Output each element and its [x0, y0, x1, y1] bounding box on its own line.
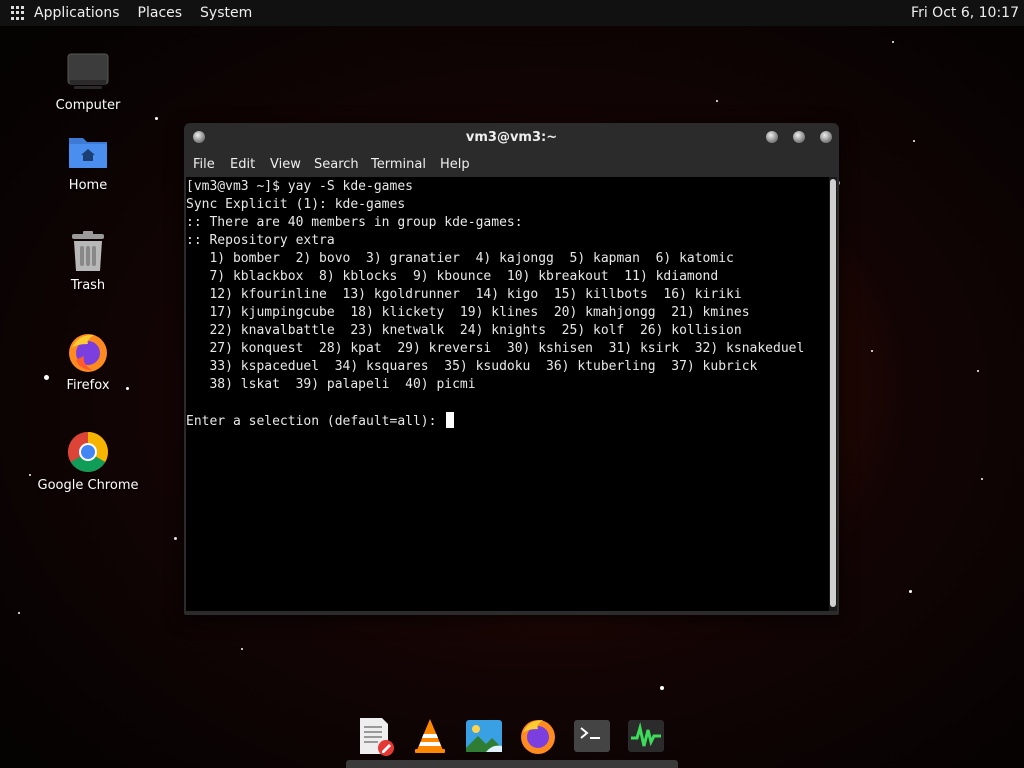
- terminal-line: 12) kfourinline 13) kgoldrunner 14) kigo…: [186, 287, 742, 302]
- desktop-icon-chrome[interactable]: Google Chrome: [33, 430, 143, 493]
- dock-shelf: [346, 760, 678, 768]
- window-title: vm3@vm3:~: [465, 130, 558, 145]
- applications-grid-icon[interactable]: [11, 6, 25, 20]
- terminal-window[interactable]: vm3@vm3:~ File Edit View Search Terminal…: [184, 123, 839, 615]
- system-monitor-icon[interactable]: [626, 716, 666, 756]
- home-folder-icon: [66, 130, 110, 174]
- close-icon[interactable]: [820, 131, 832, 143]
- desktop-icon-trash[interactable]: Trash: [33, 230, 143, 293]
- terminal-line: Sync Explicit (1): kde-games: [186, 197, 406, 212]
- desktop-icon-firefox[interactable]: Firefox: [33, 330, 143, 393]
- chrome-icon: [66, 430, 110, 474]
- minimize-icon[interactable]: [766, 131, 778, 143]
- desktop-icon-label: Firefox: [66, 378, 110, 393]
- terminal-scrollbar[interactable]: [829, 177, 837, 611]
- terminal-line: 27) konquest 28) kpat 29) kreversi 30) k…: [186, 341, 805, 356]
- terminal-prompt-line: Enter a selection (default=all):: [186, 412, 455, 431]
- vlc-icon[interactable]: [410, 716, 450, 756]
- menu-edit[interactable]: Edit: [230, 157, 255, 172]
- clock[interactable]: Fri Oct 6, 10:17: [911, 5, 1019, 21]
- window-titlebar[interactable]: vm3@vm3:~: [184, 123, 839, 153]
- firefox-icon[interactable]: [518, 716, 558, 756]
- menu-view[interactable]: View: [270, 157, 301, 172]
- terminal-output[interactable]: [vm3@vm3 ~]$ yay -S kde-games Sync Expli…: [186, 177, 829, 611]
- terminal-line: :: There are 40 members in group kde-gam…: [186, 215, 523, 230]
- top-panel: Applications Places System Fri Oct 6, 10…: [0, 0, 1024, 26]
- desktop-icon-computer[interactable]: Computer: [33, 50, 143, 113]
- menu-search[interactable]: Search: [314, 157, 359, 172]
- desktop-icon-label: Home: [68, 178, 108, 193]
- computer-icon: [66, 50, 110, 94]
- firefox-icon: [66, 330, 110, 374]
- terminal-line: 22) knavalbattle 23) knetwalk 24) knight…: [186, 323, 742, 338]
- menu-file[interactable]: File: [193, 157, 215, 172]
- maximize-icon[interactable]: [793, 131, 805, 143]
- desktop-icon-label: Google Chrome: [37, 478, 139, 493]
- terminal-line: 7) kblackbox 8) kblocks 9) kbounce 10) k…: [186, 269, 719, 284]
- terminal-icon[interactable]: [572, 716, 612, 756]
- desktop-icon-label: Trash: [70, 278, 106, 293]
- scrollbar-thumb[interactable]: [830, 179, 836, 607]
- image-viewer-icon[interactable]: [464, 716, 504, 756]
- dock: [350, 712, 680, 760]
- terminal-prompt: Enter a selection (default=all):: [186, 414, 445, 429]
- trash-icon: [66, 230, 110, 274]
- terminal-line: 1) bomber 2) bovo 3) granatier 4) kajong…: [186, 251, 734, 266]
- terminal-line: :: Repository extra: [186, 233, 335, 248]
- desktop-icon-home[interactable]: Home: [33, 130, 143, 193]
- system-menu[interactable]: System: [200, 5, 252, 21]
- terminal-line: 33) kspaceduel 34) ksquares 35) ksudoku …: [186, 359, 758, 374]
- terminal-line: 17) kjumpingcube 18) klickety 19) klines…: [186, 305, 750, 320]
- terminal-line: 38) lskat 39) palapeli 40) picmi: [186, 377, 476, 392]
- applications-menu[interactable]: Applications: [34, 5, 120, 21]
- desktop-icon-label: Computer: [55, 98, 121, 113]
- menu-terminal[interactable]: Terminal: [371, 157, 426, 172]
- menu-help[interactable]: Help: [440, 157, 470, 172]
- text-cursor: [446, 412, 455, 428]
- places-menu[interactable]: Places: [138, 5, 183, 21]
- text-editor-icon[interactable]: [356, 716, 396, 756]
- menu-bar: File Edit View Search Terminal Help: [184, 153, 839, 177]
- terminal-line: [vm3@vm3 ~]$ yay -S kde-games: [186, 179, 413, 194]
